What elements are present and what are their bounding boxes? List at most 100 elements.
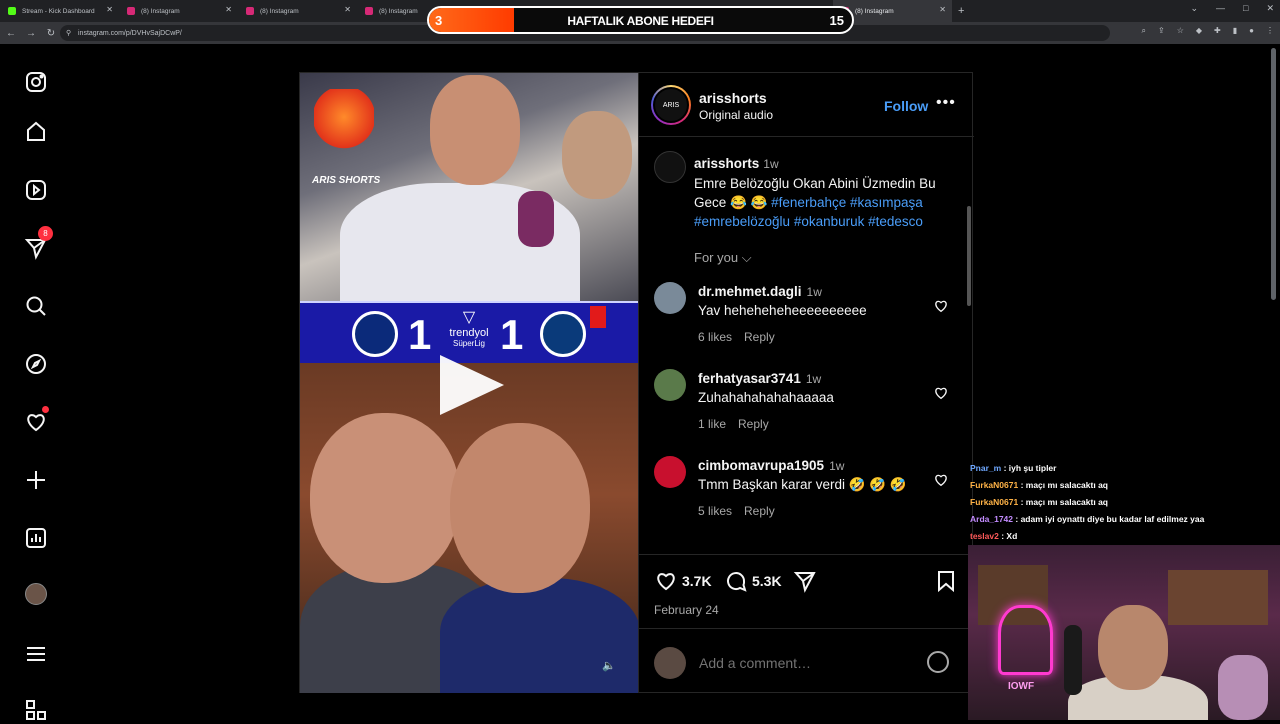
chat-text: : adam iyi oynattı diye bu kadar laf edi…	[1015, 514, 1205, 524]
dropdown-icon[interactable]: ⌄	[1190, 3, 1198, 14]
explore-icon[interactable]	[22, 350, 50, 378]
comment-like-button[interactable]	[933, 298, 949, 314]
messages-icon[interactable]: 8	[22, 226, 53, 262]
share-icon[interactable]: ⇪	[1158, 26, 1165, 36]
author-avatar[interactable]: ARIS	[651, 85, 691, 125]
caption-username[interactable]: arisshorts	[694, 156, 759, 171]
subscriber-goal-overlay: 3 HAFTALIK ABONE HEDEFI 15	[427, 6, 854, 34]
comment-avatar[interactable]	[654, 282, 686, 314]
share-button[interactable]	[793, 569, 817, 593]
reel-video[interactable]: ARIS SHORTS 1 ▽ trendyol SüperLig 1 🔈	[300, 73, 638, 693]
comment-button[interactable]: 5.3K	[724, 569, 782, 593]
menu-icon[interactable]: ⋮	[1266, 26, 1274, 36]
comment-user-line: ferhatyasar3741 1w	[698, 371, 821, 386]
follow-button[interactable]: Follow	[884, 98, 928, 114]
comments-scrollbar[interactable]	[967, 206, 971, 306]
chat-message: Arda_1742 : adam iyi oynattı diye bu kad…	[970, 511, 1270, 528]
comment-likes[interactable]: 5 likes	[698, 504, 732, 518]
tab-favicon-icon	[8, 7, 16, 15]
more-menu-icon[interactable]	[22, 640, 50, 668]
bookmark-star-icon[interactable]: ☆	[1177, 26, 1184, 36]
instagram-logo-icon[interactable]	[22, 68, 50, 96]
volume-icon[interactable]: 🔈	[602, 659, 616, 672]
back-icon[interactable]: ←	[2, 28, 20, 39]
kasimpasa-crest	[540, 311, 586, 357]
comment-likes[interactable]: 6 likes	[698, 330, 732, 344]
create-plus-icon[interactable]	[22, 466, 50, 494]
minimize-icon[interactable]: —	[1216, 3, 1225, 14]
profile-icon[interactable]: ●	[1249, 26, 1254, 36]
close-window-icon[interactable]: ✕	[1266, 3, 1274, 14]
profile-avatar[interactable]	[22, 580, 50, 608]
more-options-icon[interactable]: •••	[936, 94, 956, 112]
sidepanel-icon[interactable]: ▮	[1233, 26, 1237, 36]
chat-username: Arda_1742	[970, 514, 1014, 524]
emoji-icon[interactable]	[927, 651, 949, 673]
comment-likes[interactable]: 1 like	[698, 417, 726, 431]
home-icon[interactable]	[22, 118, 50, 146]
search-icon[interactable]	[22, 292, 50, 320]
comments-section[interactable]: arisshorts 1w Emre Belözoğlu Okan Abini Ü…	[639, 138, 974, 554]
comment-like-button[interactable]	[933, 472, 949, 488]
extension-icon[interactable]: ◆	[1196, 26, 1202, 36]
chat-username: FurkaN0671	[970, 497, 1019, 507]
comment-user-line: cimbomavrupa1905 1w	[698, 458, 844, 473]
audio-link[interactable]: Original audio	[699, 108, 773, 122]
comment-avatar[interactable]	[654, 456, 686, 488]
notifications-heart-icon[interactable]	[22, 406, 50, 436]
forward-icon[interactable]: →	[22, 28, 40, 39]
page-scrollbar[interactable]	[1271, 48, 1276, 300]
tab-title: (8) Instagram	[260, 7, 299, 15]
extensions-puzzle-icon[interactable]: ✚	[1214, 26, 1221, 36]
like-button[interactable]: 3.7K	[654, 569, 712, 593]
streamer-microphone	[1064, 625, 1082, 695]
comment-sort-dropdown[interactable]: For you ⌵	[694, 250, 752, 266]
save-button[interactable]	[934, 569, 958, 593]
reply-button[interactable]: Reply	[738, 417, 769, 431]
chat-username: FurkaN0671	[970, 480, 1019, 490]
chat-username: Pnar_m	[970, 463, 1002, 473]
add-comment-input[interactable]: Add a comment…	[699, 655, 811, 671]
tab-favicon-icon	[127, 7, 135, 15]
reload-icon[interactable]: ↻	[42, 28, 60, 39]
tab-close-icon[interactable]: ✕	[225, 5, 232, 14]
play-icon[interactable]	[440, 355, 504, 415]
author-username[interactable]: arisshorts	[699, 90, 767, 106]
comment-item: ferhatyasar3741 1w Zuhahahahahahaaaaa 1 lik…	[639, 369, 974, 449]
reply-button[interactable]: Reply	[744, 504, 775, 518]
comment-username[interactable]: cimbomavrupa1905	[698, 458, 824, 473]
tab-close-icon[interactable]: ✕	[939, 5, 946, 14]
tab-favicon-icon	[246, 7, 254, 15]
reply-button[interactable]: Reply	[744, 330, 775, 344]
chat-username: teslav2	[970, 531, 999, 541]
heart-icon	[935, 300, 947, 313]
tab-close-icon[interactable]: ✕	[344, 5, 351, 14]
chat-text: : Xd	[1001, 531, 1018, 541]
caption: arisshorts 1w Emre Belözoğlu Okan Abini Ü…	[694, 154, 954, 231]
comment-user-line: dr.mehmet.dagli 1w	[698, 284, 822, 299]
tab-close-icon[interactable]: ✕	[106, 5, 113, 14]
fenerbahce-crest	[352, 311, 398, 357]
zoom-icon[interactable]: ⌕	[1142, 26, 1146, 36]
new-tab-button[interactable]: +	[958, 5, 964, 17]
comment-avatar[interactable]	[654, 369, 686, 401]
profile-avatar-image	[25, 583, 47, 605]
comment-username[interactable]: ferhatyasar3741	[698, 371, 801, 386]
interviewee-face	[430, 75, 520, 185]
browser-tab[interactable]: (8) Instagram ✕	[238, 0, 357, 22]
reels-icon[interactable]	[22, 176, 50, 204]
browser-toolbar-icons: ⌕ ⇪ ☆ ◆ ✚ ▮ ● ⋮	[1142, 26, 1274, 36]
comment-sort-label: For you	[694, 250, 739, 265]
browser-tab[interactable]: Stream - Kick Dashboard ✕	[0, 0, 119, 22]
like-count: 3.7K	[682, 573, 712, 589]
maximize-icon[interactable]: □	[1243, 3, 1248, 14]
site-info-icon[interactable]: ⚲	[66, 29, 71, 37]
comment-like-button[interactable]	[933, 385, 949, 401]
dashboard-icon[interactable]	[22, 524, 50, 552]
chat-message: FurkaN0671 : maçı mı salacaktı aq	[970, 477, 1270, 494]
chevron-down-icon: ⌵	[741, 250, 752, 265]
comment-username[interactable]: dr.mehmet.dagli	[698, 284, 802, 299]
browser-tab[interactable]: (8) Instagram ✕	[119, 0, 238, 22]
url-text: instagram.com/p/DVHvSajDCwP/	[78, 29, 182, 37]
caption-avatar[interactable]	[654, 151, 686, 183]
